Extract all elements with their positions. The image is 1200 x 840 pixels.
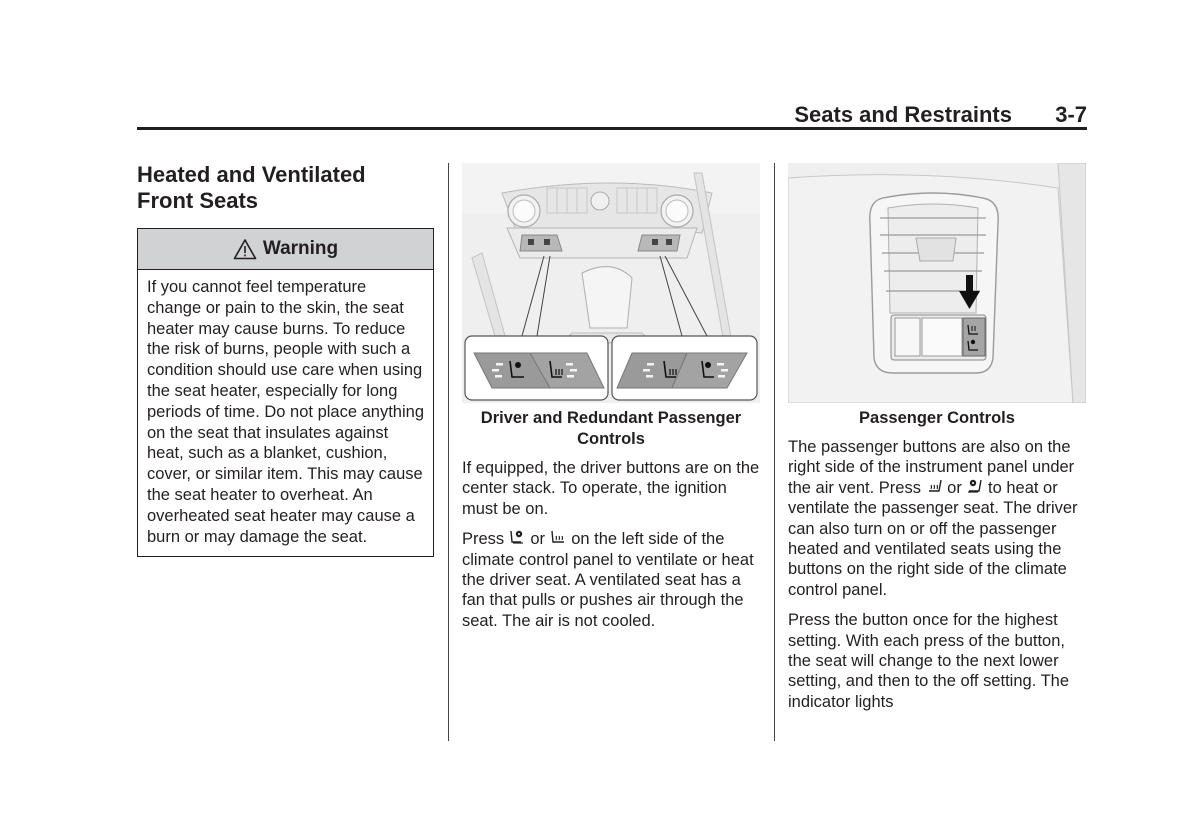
body-paragraph: If equipped, the driver buttons are on t… <box>462 459 760 518</box>
body-paragraph: The passenger buttons are also on the ri… <box>788 437 1086 600</box>
warning-header: Warning <box>138 229 433 270</box>
section-title-line: Front Seats <box>137 188 259 213</box>
body-paragraph: Press the button once for the highest se… <box>788 611 1070 711</box>
page-number: 3-7 <box>1055 102 1087 127</box>
body-paragraph: Press or on the left side of the climate… <box>462 529 760 631</box>
heated-seat-icon <box>550 531 564 543</box>
column-3: Passenger Controls The passenger buttons… <box>788 163 1086 712</box>
heated-seat-icon <box>928 479 942 492</box>
column-divider <box>774 163 775 741</box>
center-stack-illustration <box>462 163 760 403</box>
section-title-line: Heated and Ventilated <box>137 162 366 187</box>
section-title: Heated and Ventilated Front Seats <box>137 162 435 214</box>
warning-text: If you cannot feel temperature change or… <box>147 278 424 546</box>
instrument-panel-illustration <box>788 163 1086 403</box>
warning-box: Warning If you cannot feel temperature c… <box>137 228 434 558</box>
text-run: or <box>942 478 967 497</box>
figure-caption: Passenger Controls <box>859 409 1015 427</box>
column-divider <box>448 163 449 741</box>
ventilated-seat-icon <box>510 531 523 544</box>
text-run: Press <box>462 530 509 549</box>
figure-driver-controls <box>462 163 760 403</box>
figure-passenger-controls <box>788 163 1086 403</box>
warning-label: Warning <box>262 238 339 259</box>
column-1: Heated and Ventilated Front Seats Warnin… <box>137 160 435 558</box>
warning-triangle-icon <box>233 239 257 260</box>
ventilated-seat-icon <box>968 479 983 493</box>
column-2: Driver and Redundant Passenger Controls … <box>462 163 760 631</box>
figure-caption: Driver and Redundant Passenger Controls <box>480 409 742 448</box>
header-rule <box>137 127 1087 130</box>
text-run: or <box>525 530 550 549</box>
chapter-title: Seats and Restraints <box>794 102 1012 127</box>
